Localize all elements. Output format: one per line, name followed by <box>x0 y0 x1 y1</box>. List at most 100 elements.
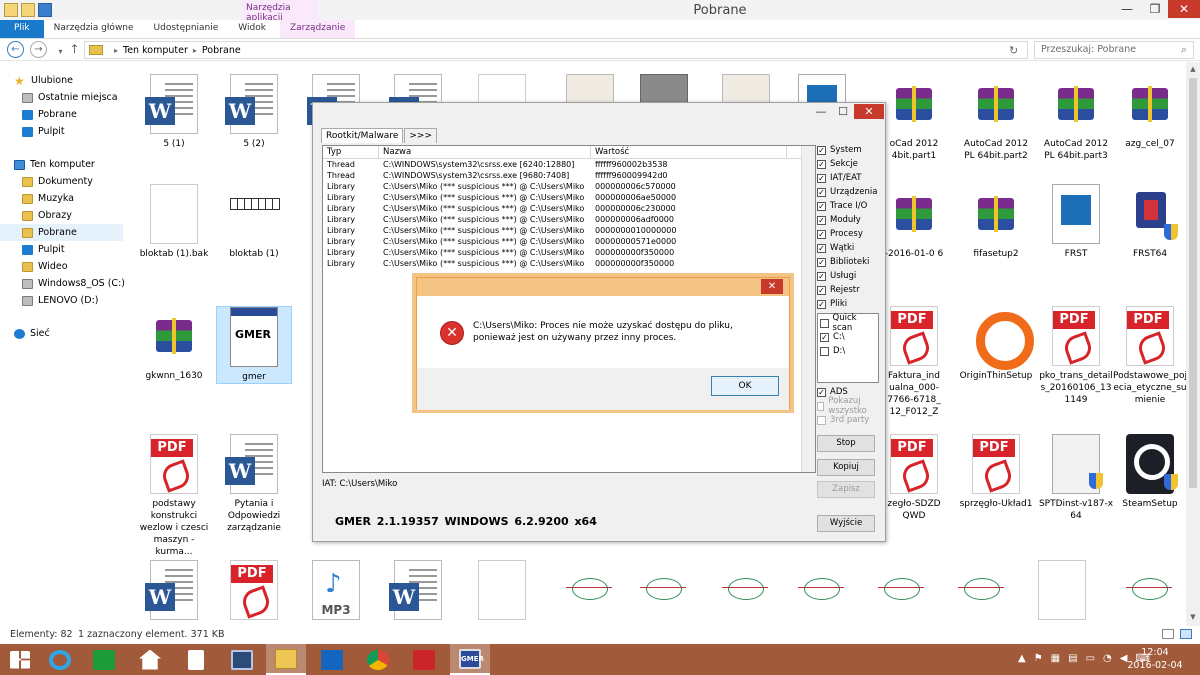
details-view-icon[interactable] <box>1162 629 1174 639</box>
table-row[interactable]: Library C:\Users\Miko (*** suspicious ***… <box>323 247 815 258</box>
file-item[interactable]: W <box>136 560 212 620</box>
scan-option-checkbox[interactable]: ✓ Wątki <box>817 241 885 255</box>
tab-more[interactable]: >>> <box>404 128 437 143</box>
scroll-down-icon[interactable]: ▼ <box>1186 610 1200 624</box>
taskbar-gmer[interactable]: GMER <box>450 644 490 675</box>
scan-option-checkbox[interactable]: ✓ Sekcje <box>817 157 885 171</box>
file-item[interactable] <box>552 560 628 620</box>
breadcrumb-this-pc[interactable]: Ten komputer <box>123 45 188 56</box>
wifi-icon[interactable]: ◔ <box>1103 653 1112 665</box>
table-row[interactable]: Library C:\Users\Miko (*** suspicious ***… <box>323 225 815 236</box>
scrollbar-thumb[interactable] <box>1189 78 1197 488</box>
tab-home[interactable]: Narzędzia główne <box>44 20 144 38</box>
sidebar-item-downloads[interactable]: Pobrane <box>0 224 123 241</box>
sidebar-item-this-pc[interactable]: Ten komputer <box>14 156 139 173</box>
file-item[interactable]: OriginThinSetup <box>958 306 1034 382</box>
tab-view[interactable]: Widok <box>228 20 276 38</box>
new-folder-icon[interactable] <box>21 3 35 17</box>
file-item[interactable]: SPTDinst-v187-x 64 <box>1038 434 1114 522</box>
file-item[interactable]: oCad 2012 4bit.part1 <box>876 74 952 162</box>
table-row[interactable]: Library C:\Users\Miko (*** suspicious ***… <box>323 236 815 247</box>
stop-button[interactable]: Stop <box>817 435 875 452</box>
sidebar-item-favorites[interactable]: ★ Ulubione <box>14 72 139 89</box>
tray-app-icon[interactable]: ▦ <box>1051 653 1060 665</box>
tray-app-icon[interactable]: ▤ <box>1068 653 1077 665</box>
ok-button[interactable]: OK <box>711 376 779 396</box>
extra-option-checkbox[interactable]: Pokazuj wszystko <box>817 396 885 416</box>
file-item[interactable]: ♪ MP3 <box>298 560 374 620</box>
column-name[interactable]: Nazwa <box>379 146 591 158</box>
taskbar-ie[interactable] <box>40 644 80 675</box>
file-item[interactable]: bloktab (1).bak <box>136 184 212 260</box>
properties-icon[interactable] <box>4 3 18 17</box>
file-item[interactable]: AutoCad 2012 PL 64bit.part2 <box>958 74 1034 162</box>
taskbar-store[interactable] <box>84 644 124 675</box>
file-item[interactable]: PDF pko_trans_details_20160106_131149 <box>1038 306 1114 406</box>
breadcrumb-downloads[interactable]: Pobrane <box>202 45 241 56</box>
file-item[interactable]: SteamSetup <box>1112 434 1186 510</box>
file-item[interactable] <box>1112 560 1186 620</box>
save-button[interactable]: Zapisz <box>817 481 875 498</box>
error-close-button[interactable]: ✕ <box>761 279 783 294</box>
scan-option-checkbox[interactable]: ✓ Procesy <box>817 227 885 241</box>
gmer-maximize-button[interactable]: ☐ <box>832 104 854 119</box>
start-button[interactable] <box>0 644 40 675</box>
minimize-button[interactable]: — <box>1114 0 1140 18</box>
file-item[interactable]: bloktab (1) <box>216 184 292 260</box>
file-item[interactable] <box>464 560 540 620</box>
up-arrow-icon[interactable]: ↑ <box>66 42 83 59</box>
taskbar-acrobat[interactable] <box>404 644 444 675</box>
table-row[interactable]: Library C:\Users\Miko (*** suspicious ***… <box>323 258 815 269</box>
tray-expand-icon[interactable]: ▲ <box>1018 653 1026 665</box>
taskbar-document[interactable] <box>176 644 216 675</box>
file-item[interactable] <box>944 560 1020 620</box>
file-item[interactable] <box>1024 560 1100 620</box>
gmer-minimize-button[interactable]: — <box>810 104 832 119</box>
column-type[interactable]: Typ <box>323 146 379 158</box>
file-item[interactable] <box>864 560 940 620</box>
refresh-icon[interactable]: ↻ <box>1009 44 1023 57</box>
file-item[interactable]: PDF zegło-SDZD QWD <box>876 434 952 522</box>
taskbar-chrome[interactable] <box>358 644 398 675</box>
file-item[interactable]: W 5 (1) <box>136 74 212 150</box>
results-scrollbar[interactable] <box>801 146 815 472</box>
scan-option-checkbox[interactable]: ✓ IAT/EAT <box>817 171 885 185</box>
drive-checkbox[interactable]: Quick scan <box>820 313 876 333</box>
file-item[interactable]: PDF Podstawowe_pojecia_etyczne_sumienie <box>1112 306 1186 406</box>
table-row[interactable]: Thread C:\WINDOWS\system32\csrss.exe [624… <box>323 159 815 170</box>
sidebar-item-network[interactable]: Sieć <box>14 325 139 342</box>
tab-rootkit-malware[interactable]: Rootkit/Malware <box>321 128 404 143</box>
tab-file[interactable]: Plik <box>0 20 44 38</box>
taskbar-clock[interactable]: 12:04 2016-02-04 <box>1120 646 1190 672</box>
file-item[interactable]: PDF Faktura_ind ualna_000- 7766-6718_ 12_… <box>876 306 952 418</box>
file-item[interactable]: PDF <box>216 560 292 620</box>
file-item[interactable] <box>784 560 860 620</box>
table-row[interactable]: Thread C:\WINDOWS\system32\csrss.exe [968… <box>323 170 815 181</box>
taskbar-teamviewer[interactable] <box>312 644 352 675</box>
file-item[interactable]: PDF podstawy konstrukci wezlow i czesci m… <box>136 434 212 558</box>
search-input[interactable]: Przeszukaj: Pobrane ⌕ <box>1034 41 1194 59</box>
battery-icon[interactable]: ▭ <box>1086 653 1095 665</box>
taskbar-monitor[interactable] <box>222 644 262 675</box>
tab-share[interactable]: Udostępnianie <box>144 20 229 38</box>
file-item[interactable]: W <box>380 560 456 620</box>
table-row[interactable]: Library C:\Users\Miko (*** suspicious ***… <box>323 181 815 192</box>
scan-option-checkbox[interactable]: ✓ Biblioteki <box>817 255 885 269</box>
back-button[interactable]: ← <box>7 41 24 58</box>
file-item[interactable]: -2016-01-0 6 <box>876 184 952 260</box>
file-item[interactable]: W 5 (2) <box>216 74 292 150</box>
table-row[interactable]: Library C:\Users\Miko (*** suspicious ***… <box>323 214 815 225</box>
scan-option-checkbox[interactable]: ✓ Pliki <box>817 297 885 311</box>
file-item[interactable]: gkwnn_1630 <box>136 306 212 382</box>
close-button[interactable]: ✕ <box>1168 0 1200 18</box>
file-item[interactable]: fifasetup2 <box>958 184 1034 260</box>
taskbar-home[interactable] <box>130 644 170 675</box>
scan-option-checkbox[interactable]: ✓ Urządzenia <box>817 185 885 199</box>
file-item[interactable] <box>708 560 784 620</box>
taskbar-explorer[interactable] <box>266 644 306 675</box>
file-item[interactable]: FRST64 <box>1112 184 1186 260</box>
large-icons-view-icon[interactable] <box>1180 629 1192 639</box>
file-item[interactable]: azg_cel_07 <box>1112 74 1186 150</box>
file-item[interactable]: AutoCad 2012 PL 64bit.part3 <box>1038 74 1114 162</box>
table-row[interactable]: Library C:\Users\Miko (*** suspicious ***… <box>323 203 815 214</box>
